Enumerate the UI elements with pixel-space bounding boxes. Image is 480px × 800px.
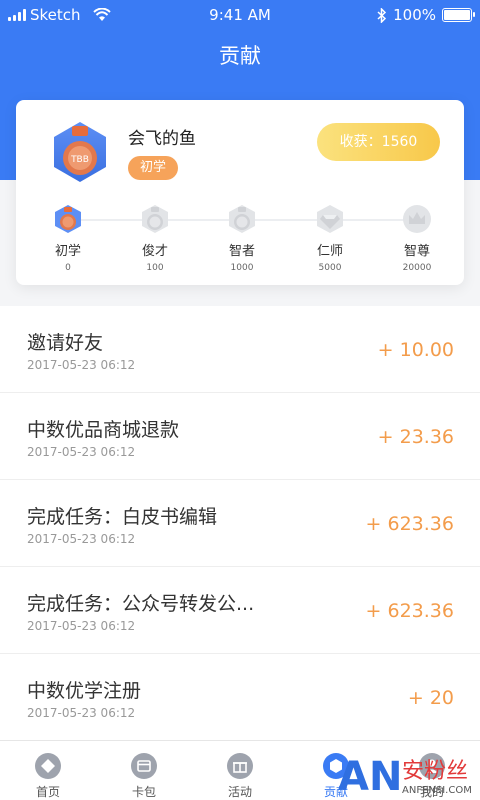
home-icon xyxy=(35,753,61,779)
level-tag: 初学 xyxy=(128,156,179,180)
user-name: 会飞的鱼 xyxy=(128,129,196,149)
record-amount: + 23.36 xyxy=(377,426,454,448)
record-date: 2017-05-23 06:12 xyxy=(27,358,136,372)
record-amount: + 20 xyxy=(407,687,454,709)
level-value: 0 xyxy=(65,263,71,273)
level-value: 100 xyxy=(146,263,164,273)
level-progress: 初学 0 俊才 100 智者 1000 仁师 5000 智尊 20000 xyxy=(16,200,464,280)
record-date: 2017-05-23 06:12 xyxy=(27,445,136,459)
level-value: 20000 xyxy=(402,263,432,273)
record-title: 完成任务：公众号转发公... xyxy=(27,593,255,615)
diamond-icon xyxy=(315,204,345,234)
list-item[interactable]: 中数优品商城退款 2017-05-23 06:12 + 23.36 xyxy=(0,393,480,480)
watermark-logo: AN 安粉丝 ANFENSI.COM xyxy=(338,754,472,800)
profile-card: TBB 会飞的鱼 初学 收获：1560 初学 0 俊才 100 智者 1000 仁师 5000… xyxy=(16,100,464,285)
svg-text:AN: AN xyxy=(338,754,402,800)
level-name: 仁师 xyxy=(316,244,343,259)
level-name: 俊才 xyxy=(141,244,168,259)
medal-icon xyxy=(140,204,170,234)
harvest-button[interactable]: 收获：1560 xyxy=(317,123,440,161)
medal-icon xyxy=(53,204,83,234)
page-title: 贡献 xyxy=(219,44,261,68)
record-title: 邀请好友 xyxy=(27,332,104,354)
battery-percent: 100% xyxy=(393,6,436,24)
level-2: 智者 1000 xyxy=(212,204,272,273)
medal-icon: TBB xyxy=(54,122,106,182)
tab-label: 活动 xyxy=(227,785,252,799)
card-icon xyxy=(131,753,157,779)
record-date: 2017-05-23 06:12 xyxy=(27,706,136,720)
level-value: 1000 xyxy=(230,263,254,273)
list-item[interactable]: 完成任务：白皮书编辑 2017-05-23 06:12 + 623.36 xyxy=(0,480,480,567)
list-item[interactable]: 邀请好友 2017-05-23 06:12 + 10.00 xyxy=(0,306,480,393)
level-1: 俊才 100 xyxy=(125,204,185,273)
tab-label: 首页 xyxy=(35,785,60,799)
status-right: 100% xyxy=(377,6,475,24)
medal-icon xyxy=(227,204,257,234)
medal-text: TBB xyxy=(70,155,89,165)
record-title: 中数优学注册 xyxy=(27,680,142,702)
level-value: 5000 xyxy=(318,263,342,273)
gift-icon xyxy=(227,753,253,779)
record-title: 中数优品商城退款 xyxy=(27,419,180,441)
level-name: 智尊 xyxy=(403,244,430,259)
tab-card[interactable]: 卡包 xyxy=(96,741,192,800)
list-item[interactable]: 中数优学注册 2017-05-23 06:12 + 20 xyxy=(0,654,480,741)
record-date: 2017-05-23 06:12 xyxy=(27,532,136,546)
record-title: 完成任务：白皮书编辑 xyxy=(27,506,218,528)
tab-label: 卡包 xyxy=(131,785,156,799)
record-date: 2017-05-23 06:12 xyxy=(27,619,136,633)
level-3: 仁师 5000 xyxy=(300,204,360,273)
bluetooth-icon xyxy=(377,7,387,23)
record-amount: + 10.00 xyxy=(377,339,454,361)
record-amount: + 623.36 xyxy=(365,600,454,622)
status-bar: Sketch 9:41 AM 100% xyxy=(0,0,480,30)
tab-gift[interactable]: 活动 xyxy=(192,741,288,800)
crown-icon xyxy=(402,204,432,234)
svg-text:安粉丝: 安粉丝 xyxy=(402,759,468,784)
level-4: 智尊 20000 xyxy=(387,204,447,273)
level-name: 智者 xyxy=(228,244,255,259)
battery-icon xyxy=(442,8,475,22)
tab-home[interactable]: 首页 xyxy=(0,741,96,800)
list-item[interactable]: 完成任务：公众号转发公... 2017-05-23 06:12 + 623.36 xyxy=(0,567,480,654)
level-0: 初学 0 xyxy=(38,204,98,273)
level-name: 初学 xyxy=(54,244,81,259)
record-list: 邀请好友 2017-05-23 06:12 + 10.00 中数优品商城退款 2017-… xyxy=(0,306,480,741)
svg-text:ANFENSI.COM: ANFENSI.COM xyxy=(402,785,472,796)
record-amount: + 623.36 xyxy=(365,513,454,535)
